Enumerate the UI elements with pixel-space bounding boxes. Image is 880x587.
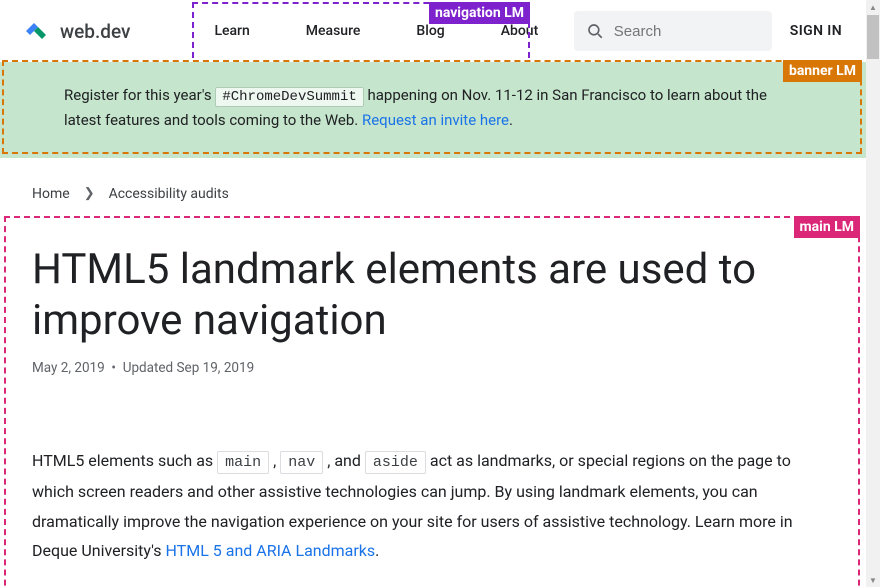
- date-updated: Sep 19, 2019: [177, 360, 255, 376]
- date-separator: •: [111, 360, 116, 376]
- logo[interactable]: web.dev: [24, 19, 130, 43]
- webdev-logo-icon: [24, 19, 52, 43]
- search-icon: [586, 22, 604, 40]
- top-header: web.dev Learn Measure Blog About SIGN IN…: [0, 0, 866, 62]
- date-published: May 2, 2019: [32, 360, 105, 376]
- logo-text: web.dev: [60, 20, 130, 43]
- code-nav: nav: [280, 451, 323, 474]
- article-paragraph: HTML5 elements such as main , nav , and …: [32, 446, 834, 566]
- breadcrumb: Home ❯ Accessibility audits: [0, 158, 866, 216]
- search-input[interactable]: [614, 23, 760, 40]
- nav-measure[interactable]: Measure: [278, 0, 389, 62]
- scrollbar-thumb[interactable]: [867, 15, 879, 59]
- scrollbar-down-arrow[interactable]: ▼: [866, 573, 880, 587]
- banner-invite-link[interactable]: Request an invite here: [362, 111, 509, 129]
- primary-nav: Learn Measure Blog About: [186, 0, 566, 62]
- sign-in-button[interactable]: SIGN IN: [790, 23, 842, 39]
- main-content: HTML5 landmark elements are used to impr…: [0, 216, 866, 587]
- banner-text-prefix: Register for this year's: [64, 86, 215, 104]
- nav-learn[interactable]: Learn: [186, 0, 277, 62]
- code-aside: aside: [365, 451, 426, 474]
- search-box[interactable]: [574, 11, 772, 51]
- nav-blog[interactable]: Blog: [388, 0, 472, 62]
- article-dates: May 2, 2019 • Updated Sep 19, 2019: [32, 360, 834, 376]
- chevron-right-icon: ❯: [84, 186, 95, 201]
- nav-about[interactable]: About: [473, 0, 567, 62]
- scrollbar-up-arrow[interactable]: ▲: [866, 0, 880, 14]
- banner-hashtag: #ChromeDevSummit: [215, 87, 363, 107]
- code-main: main: [217, 451, 269, 474]
- banner-text-suffix: .: [509, 111, 513, 129]
- page-title: HTML5 landmark elements are used to impr…: [32, 244, 834, 346]
- promo-banner: Register for this year's #ChromeDevSummi…: [0, 62, 866, 158]
- breadcrumb-home[interactable]: Home: [32, 186, 70, 202]
- scrollbar-track[interactable]: ▲ ▼: [866, 0, 880, 587]
- date-updated-prefix: Updated: [123, 360, 177, 376]
- breadcrumb-current[interactable]: Accessibility audits: [109, 186, 229, 202]
- link-deque-landmarks[interactable]: HTML 5 and ARIA Landmarks: [165, 541, 375, 560]
